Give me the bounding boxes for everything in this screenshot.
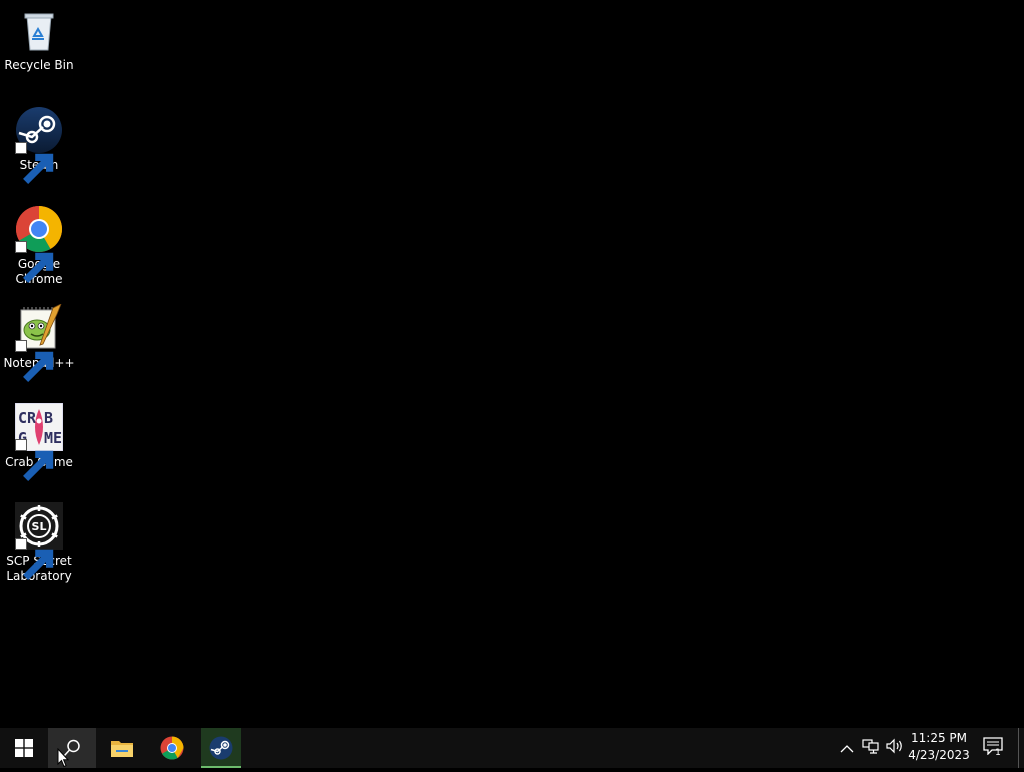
recycle-bin-icon — [15, 6, 63, 54]
scp-secret-laboratory-icon: SL — [15, 502, 63, 580]
chrome-icon — [160, 736, 184, 760]
chrome-icon — [15, 205, 63, 283]
tray-clock[interactable]: 11:25 PM 4/23/2023 — [906, 730, 972, 766]
shortcut-arrow-icon — [15, 142, 54, 184]
desktop: Recycle Bin Steam Google Chrome Notepad+… — [0, 0, 1024, 728]
volume-icon — [886, 738, 904, 758]
taskbar: 11:25 PM 4/23/2023 — [0, 728, 1024, 768]
clock-date: 4/23/2023 — [908, 748, 970, 762]
desktop-icon-steam[interactable]: Steam — [2, 106, 76, 184]
desktop-icon-scp-secret-laboratory[interactable]: SL SCP Secret Laboratory — [2, 502, 76, 584]
desktop-icon-google-chrome[interactable]: Google Chrome — [2, 205, 76, 287]
shortcut-arrow-icon — [15, 241, 54, 283]
crab-game-icon: CR B G ME — [15, 403, 63, 481]
svg-text:CR: CR — [18, 409, 37, 427]
shortcut-arrow-icon — [15, 340, 54, 382]
shortcut-arrow-icon — [15, 538, 54, 580]
network-tray-button[interactable] — [861, 738, 881, 758]
clock-time: 11:25 PM — [911, 731, 967, 745]
taskbar-chrome-button[interactable] — [152, 728, 192, 768]
notification-count-badge: 1 — [995, 748, 1001, 758]
desktop-icon-label: Recycle Bin — [4, 58, 74, 72]
show-hidden-icons-button[interactable] — [837, 738, 857, 758]
windows-start-icon — [15, 739, 33, 757]
show-desktop-button[interactable] — [1018, 728, 1024, 768]
steam-icon — [209, 736, 233, 760]
start-button[interactable] — [0, 728, 48, 768]
taskbar-file-explorer-button[interactable] — [102, 728, 142, 768]
file-explorer-icon — [110, 738, 134, 758]
volume-tray-button[interactable] — [885, 738, 905, 758]
taskbar-steam-button[interactable] — [201, 728, 241, 768]
desktop-icon-recycle-bin[interactable]: Recycle Bin — [2, 6, 76, 73]
desktop-icon-crab-game[interactable]: CR B G ME Crab Game — [2, 403, 76, 481]
svg-text:SL: SL — [32, 520, 47, 533]
chevron-up-icon — [840, 739, 854, 758]
network-icon — [862, 738, 880, 758]
steam-icon — [15, 106, 63, 184]
search-button[interactable] — [48, 728, 96, 768]
mouse-cursor-icon — [57, 747, 70, 768]
desktop-icon-notepad-plus-plus[interactable]: Notepad++ — [2, 304, 76, 382]
svg-text:B: B — [44, 409, 53, 427]
notepad-plus-plus-icon — [15, 304, 63, 382]
shortcut-arrow-icon — [15, 439, 54, 481]
